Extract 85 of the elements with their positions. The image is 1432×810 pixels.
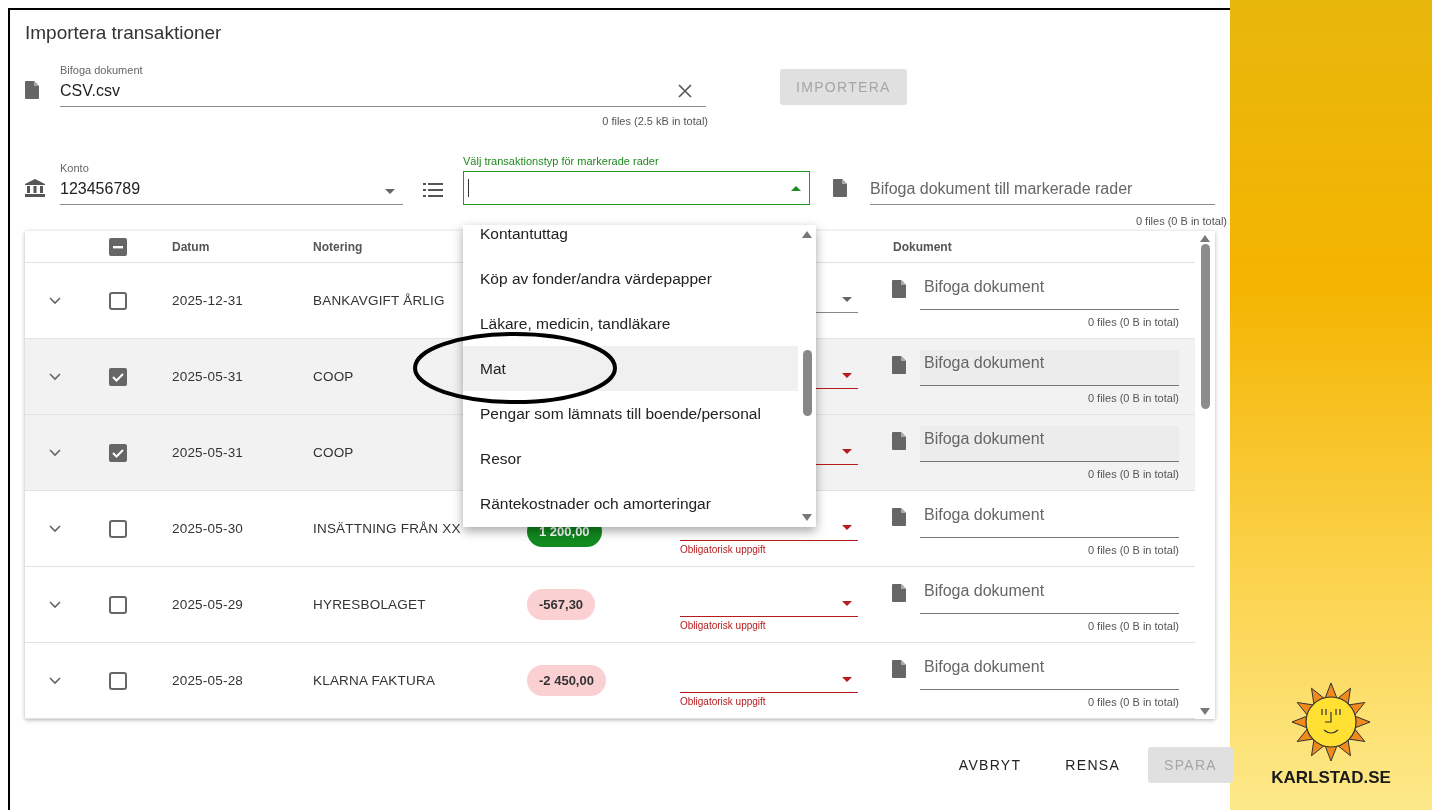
bank-icon: [25, 179, 45, 197]
document-field[interactable]: Bifoga dokument: [920, 501, 1179, 538]
column-header: Dokument: [892, 239, 952, 254]
scroll-up-icon[interactable]: [802, 231, 812, 238]
dropdown-option[interactable]: Mat: [463, 346, 798, 391]
chevron-down-icon[interactable]: [49, 524, 61, 533]
list-icon: [423, 183, 443, 197]
amount-badge: -2 450,00: [527, 665, 606, 696]
document-icon: [833, 179, 847, 197]
checkbox[interactable]: [108, 237, 127, 256]
file-info: 0 files (0 B in total): [1086, 391, 1179, 404]
file-info: 0 files (0 B in total): [1086, 619, 1179, 632]
caret-icon[interactable]: [842, 449, 852, 454]
chevron-down-icon[interactable]: [49, 448, 61, 457]
checkbox[interactable]: [108, 519, 127, 538]
error-text: Obligatorisk uppgift: [680, 620, 766, 631]
dropdown-option[interactable]: Kontantuttag: [463, 225, 798, 256]
caret-icon[interactable]: [385, 189, 395, 194]
brand-name: KARLSTAD.SE: [1271, 768, 1391, 788]
scrollbar-thumb[interactable]: [802, 350, 812, 416]
chevron-down-icon[interactable]: [49, 372, 61, 381]
checkbox[interactable]: [108, 367, 127, 386]
error-text: Obligatorisk uppgift: [680, 696, 766, 707]
caret-icon[interactable]: [842, 373, 852, 378]
date-cell: 2025-12-31: [172, 293, 244, 308]
caret-icon[interactable]: [842, 525, 852, 530]
caret-icon[interactable]: [842, 601, 852, 606]
date-cell: 2025-05-31: [172, 445, 244, 460]
document-field[interactable]: Bifoga dokument: [920, 273, 1179, 310]
transaction-type-select[interactable]: [463, 171, 810, 205]
document-icon: [25, 81, 39, 99]
chevron-down-icon[interactable]: [49, 600, 61, 609]
account-select[interactable]: Konto 123456789: [60, 160, 403, 205]
document-icon: [892, 355, 906, 374]
date-cell: 2025-05-29: [172, 597, 244, 612]
footer-button[interactable]: RENSA: [1049, 747, 1137, 783]
table-row[interactable]: 2025-05-28 KLARNA FAKTURA -2 450,00 Obligatorisk uppgift Bifoga dokument 0 files (0 B in total): [25, 643, 1195, 719]
file-info: 0 files (0 B in total): [1086, 695, 1179, 708]
column-header: Notering: [312, 239, 363, 254]
field-label: Välj transaktionstyp för markerade rader: [463, 155, 660, 167]
footer-button[interactable]: AVBRYT: [942, 747, 1038, 783]
scrollbar-thumb[interactable]: [1200, 244, 1210, 409]
document-field[interactable]: Bifoga dokument: [920, 577, 1179, 614]
dialog-title: Importera transaktioner: [25, 22, 223, 44]
note-cell: HYRESBOLAGET: [313, 597, 426, 612]
error-text: Obligatorisk uppgift: [680, 544, 766, 555]
note-cell: KLARNA FAKTURA: [313, 673, 436, 688]
caret-icon[interactable]: [842, 297, 852, 302]
checkbox[interactable]: [108, 595, 127, 614]
date-cell: 2025-05-28: [172, 673, 244, 688]
scroll-down-icon[interactable]: [802, 514, 812, 521]
note-cell: BANKAVGIFT ÅRLIG: [313, 293, 445, 308]
date-cell: 2025-05-30: [172, 521, 244, 536]
caret-icon[interactable]: [842, 677, 852, 682]
chevron-down-icon[interactable]: [49, 296, 61, 305]
table-row[interactable]: 2025-05-29 HYRESBOLAGET -567,30 Obligatorisk uppgift Bifoga dokument 0 files (0 B in total): [25, 567, 1195, 643]
checkbox[interactable]: [108, 671, 127, 690]
file-info: 0 files (0 B in total): [1086, 467, 1179, 480]
amount-badge: -567,30: [527, 589, 596, 620]
close-icon[interactable]: [678, 84, 692, 98]
chevron-down-icon[interactable]: [49, 676, 61, 685]
checkbox[interactable]: [108, 443, 127, 462]
caret-icon[interactable]: [791, 185, 801, 191]
document-field[interactable]: Bifoga dokument: [920, 653, 1179, 690]
bulk-document-field[interactable]: Bifoga dokument till markerade rader: [870, 178, 1215, 205]
note-cell: COOP: [313, 369, 354, 384]
document-field[interactable]: Bifoga dokument: [920, 425, 1179, 462]
note-cell: COOP: [313, 445, 354, 460]
date-cell: 2025-05-31: [172, 369, 244, 384]
scroll-up-icon[interactable]: [1200, 235, 1210, 242]
scroll-down-icon[interactable]: [1200, 708, 1210, 715]
file-info: 0 files (0 B in total): [1086, 315, 1179, 328]
file-info: 0 files (0 B in total): [1086, 543, 1179, 556]
document-icon: [892, 279, 906, 298]
document-icon: [892, 659, 906, 678]
column-header: Datum: [171, 239, 210, 254]
note-cell: INSÄTTNING FRÅN XX: [313, 521, 461, 536]
file-info: 0 files (2.5 kB in total): [601, 115, 708, 127]
checkbox[interactable]: [108, 291, 127, 310]
file-field[interactable]: Bifoga dokument CSV.csv: [60, 62, 706, 107]
document-icon: [892, 431, 906, 450]
document-icon: [892, 583, 906, 602]
file-info: 0 files (0 B in total): [1134, 215, 1227, 227]
document-icon: [892, 507, 906, 526]
document-field[interactable]: Bifoga dokument: [920, 349, 1179, 386]
